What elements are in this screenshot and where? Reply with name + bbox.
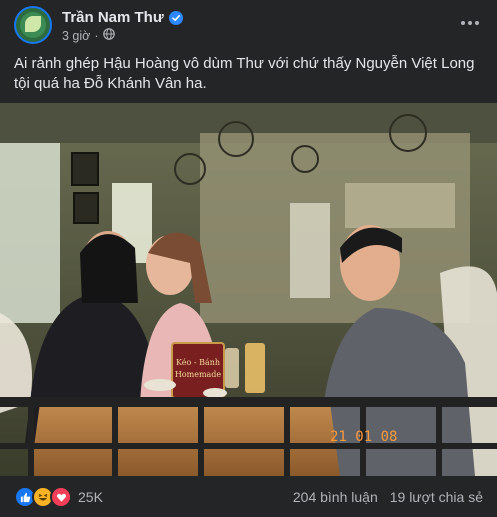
facebook-post: Trần Nam Thư 3 giờ · Ai rảnh ghép Hậu Ho…	[0, 0, 497, 517]
menu-sign-line-1: Kéo - Bánh	[176, 358, 220, 367]
post-time[interactable]: 3 giờ	[62, 29, 90, 43]
caption-line-2: tội quá ha Đỗ Khánh Vân ha.	[14, 75, 207, 92]
photo-date-stamp: 21 01 08	[330, 429, 397, 445]
author-row: Trần Nam Thư	[62, 9, 183, 26]
author-name[interactable]: Trần Nam Thư	[62, 9, 164, 26]
post-meta: 3 giờ ·	[62, 28, 115, 43]
globe-icon[interactable]	[102, 28, 115, 43]
post-stats: 25K 204 bình luận 19 lượt chia sẻ	[14, 486, 483, 508]
more-options-icon[interactable]	[457, 10, 483, 36]
meta-separator: ·	[94, 28, 99, 43]
verified-badge-icon	[168, 10, 183, 25]
love-reaction-icon	[50, 486, 72, 508]
post-header: Trần Nam Thư 3 giờ ·	[14, 6, 483, 46]
menu-sign-line-2: Homemade	[175, 370, 222, 379]
post-caption: Ai rảnh ghép Hậu Hoàng vô dùm Thư với ch…	[14, 54, 484, 94]
comments-count[interactable]: 204 bình luận	[293, 489, 378, 505]
caption-line-1: Ai rảnh ghép Hậu Hoàng vô dùm Thư với ch…	[14, 55, 475, 72]
engagement-stats: 204 bình luận 19 lượt chia sẻ	[293, 489, 483, 505]
reactions-summary[interactable]	[14, 486, 72, 508]
post-photo[interactable]: Kéo - Bánh Homemade 21 01 08	[0, 103, 497, 476]
author-avatar[interactable]	[14, 6, 52, 44]
shares-count[interactable]: 19 lượt chia sẻ	[390, 489, 483, 505]
reaction-count[interactable]: 25K	[78, 489, 103, 505]
